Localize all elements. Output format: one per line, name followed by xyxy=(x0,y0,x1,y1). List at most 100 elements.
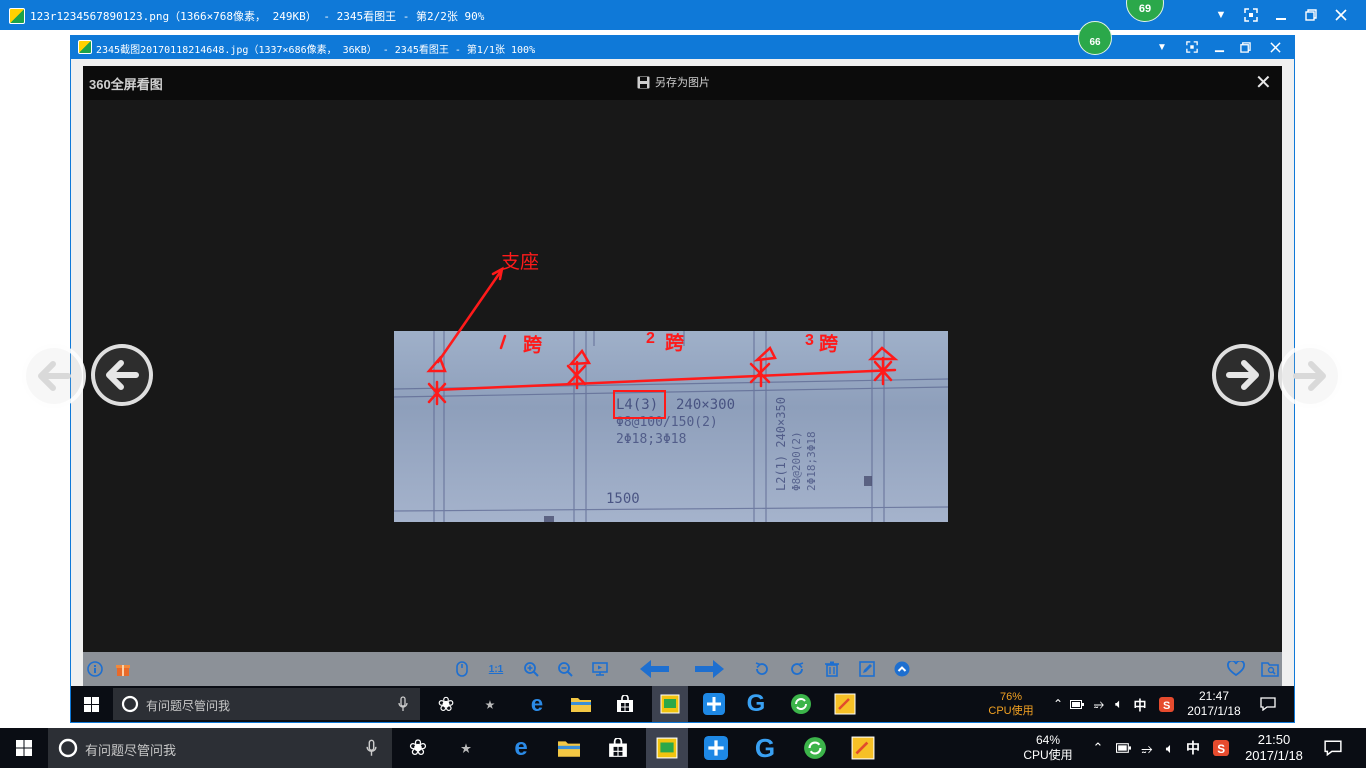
dropdown-icon[interactable]: ▼ xyxy=(1210,4,1232,26)
spiral-app-icon[interactable]: ٭ xyxy=(451,733,481,763)
microphone-icon[interactable] xyxy=(398,696,408,712)
ime-indicator[interactable]: 中 xyxy=(1178,733,1208,763)
cpu-label: CPU使用 xyxy=(988,705,1034,717)
delete-icon[interactable] xyxy=(822,659,842,679)
taskbar-search-box[interactable]: 有问题尽管问我 xyxy=(113,688,420,720)
refresh-app-icon[interactable] xyxy=(786,689,816,719)
image-viewer-taskbar-icon[interactable] xyxy=(646,728,688,768)
fullscreen-icon[interactable] xyxy=(1181,36,1203,58)
span-2-label: 跨 xyxy=(665,333,685,354)
file-explorer-icon[interactable] xyxy=(554,733,584,763)
search-placeholder: 有问题尽管问我 xyxy=(85,743,177,758)
previous-image-button-outer[interactable] xyxy=(22,344,86,408)
spiral-app-icon[interactable]: ٭ xyxy=(475,689,505,719)
taskbar-search-box[interactable]: 有问题尽管问我 xyxy=(48,728,392,768)
inner-window-title: 2345截图20170118214648.jpg（1337×686像素， 36K… xyxy=(96,45,536,56)
close-button[interactable] xyxy=(1330,4,1352,26)
cpu-usage-indicator[interactable]: 76% CPU使用 xyxy=(981,690,1041,718)
inner-title-bar: 2345截图20170118214648.jpg（1337×686像素， 36K… xyxy=(70,21,1295,59)
clock-time: 21:47 xyxy=(1198,689,1230,703)
actual-size-icon[interactable]: 1:1 xyxy=(486,659,506,679)
support-annotation-label: 支座 xyxy=(501,251,540,273)
edge-browser-icon[interactable]: e xyxy=(522,689,552,719)
windows-start-icon[interactable] xyxy=(9,733,39,763)
notification-badge[interactable]: 66 xyxy=(1078,21,1112,55)
slideshow-icon[interactable] xyxy=(590,659,610,679)
next-image-button-outer[interactable] xyxy=(1278,344,1342,408)
cortana-icon xyxy=(58,738,78,758)
notification-center-icon[interactable] xyxy=(1253,689,1283,719)
previous-image-button[interactable] xyxy=(91,344,153,406)
more-up-icon[interactable] xyxy=(892,659,912,679)
app-icon xyxy=(9,8,25,24)
pinwheel-app-icon[interactable]: ❀ xyxy=(403,733,433,763)
g-app-icon[interactable]: G xyxy=(741,689,771,719)
image-viewer-taskbar-icon[interactable] xyxy=(652,686,688,722)
store-icon[interactable] xyxy=(603,733,633,763)
close-button[interactable] xyxy=(1264,36,1286,58)
windows-start-icon[interactable] xyxy=(76,689,106,719)
rotate-left-icon[interactable] xyxy=(752,659,772,679)
dropdown-icon[interactable]: ▼ xyxy=(1151,36,1173,58)
arrow-right-icon xyxy=(1293,361,1326,391)
folder-search-icon[interactable] xyxy=(1260,659,1280,679)
gift-icon[interactable] xyxy=(113,659,133,679)
sogou-ime-icon[interactable]: S xyxy=(1206,733,1236,763)
restore-button[interactable] xyxy=(1300,4,1322,26)
cortana-icon xyxy=(121,695,139,713)
edit-icon[interactable] xyxy=(857,659,877,679)
cpu-percent: 76% xyxy=(999,691,1023,703)
arrow-left-icon xyxy=(106,360,139,390)
fullscreen-icon[interactable] xyxy=(1240,4,1262,26)
clock-date: 2017/1/18 xyxy=(1245,748,1303,763)
info-icon[interactable] xyxy=(85,659,105,679)
cpu-usage-indicator[interactable]: 64% CPU使用 xyxy=(1016,733,1080,763)
plus-app-icon[interactable] xyxy=(699,689,729,719)
zoom-in-icon[interactable] xyxy=(521,659,541,679)
next-arrow-button[interactable] xyxy=(693,659,725,679)
previous-arrow-button[interactable] xyxy=(639,659,671,679)
span-1-label: 跨 xyxy=(523,335,543,356)
store-icon[interactable] xyxy=(610,689,640,719)
span-3-number: 3 xyxy=(805,332,814,349)
notes-app-icon[interactable] xyxy=(830,689,860,719)
outer-window-title: 123r1234567890123.png（1366×768像素， 249KB）… xyxy=(30,10,485,23)
file-explorer-icon[interactable] xyxy=(566,689,596,719)
span-3-label: 跨 xyxy=(819,334,839,355)
minimize-button[interactable] xyxy=(1270,4,1292,26)
pinwheel-app-icon[interactable]: ❀ xyxy=(431,689,461,719)
annotation-overlay xyxy=(426,266,899,419)
mouse-icon[interactable] xyxy=(452,659,472,679)
edge-browser-icon[interactable]: e xyxy=(506,733,536,763)
inner-taskbar: 有问题尽管问我 ❀ ٭ e G 76% CPU使用 ⌃ ⥴ 🔈︎ 中 S 21:… xyxy=(71,686,1294,722)
plus-app-icon[interactable] xyxy=(701,733,731,763)
microphone-icon[interactable] xyxy=(366,739,377,757)
viewer-toolbar: 1:1 xyxy=(83,652,1282,686)
sogou-ime-icon[interactable]: S xyxy=(1151,689,1181,719)
favorite-heart-icon[interactable] xyxy=(1226,659,1246,679)
refresh-app-icon[interactable] xyxy=(800,733,830,763)
notes-app-icon[interactable] xyxy=(848,733,878,763)
arrow-right-icon xyxy=(1226,360,1259,390)
zoom-out-icon[interactable] xyxy=(555,659,575,679)
outer-title-bar: 123r1234567890123.png（1366×768像素， 249KB）… xyxy=(0,0,1366,30)
svg-text:S: S xyxy=(1163,700,1170,712)
app-icon xyxy=(78,40,92,54)
span-1-number: 1 xyxy=(503,331,504,332)
minimize-button[interactable] xyxy=(1208,36,1230,58)
image-viewer: 360全屏看图 另存为图片 ✕ L4(3) 240×300 Φ8@100/150… xyxy=(83,66,1282,652)
restore-button[interactable] xyxy=(1234,36,1256,58)
notification-center-icon[interactable] xyxy=(1318,733,1348,763)
next-image-button[interactable] xyxy=(1212,344,1274,406)
arrow-left-icon xyxy=(38,361,71,391)
inner-clock[interactable]: 21:47 2017/1/18 xyxy=(1179,689,1249,719)
svg-text:S: S xyxy=(1217,743,1225,756)
span-2-number: 2 xyxy=(646,330,655,347)
cpu-label: CPU使用 xyxy=(1023,748,1073,762)
rotate-right-icon[interactable] xyxy=(787,659,807,679)
cpu-percent: 64% xyxy=(1035,733,1061,747)
g-app-icon[interactable]: G xyxy=(750,733,780,763)
outer-clock[interactable]: 21:50 2017/1/18 xyxy=(1238,732,1310,764)
notification-badge[interactable]: 69 xyxy=(1126,0,1164,22)
clock-date: 2017/1/18 xyxy=(1187,704,1241,718)
